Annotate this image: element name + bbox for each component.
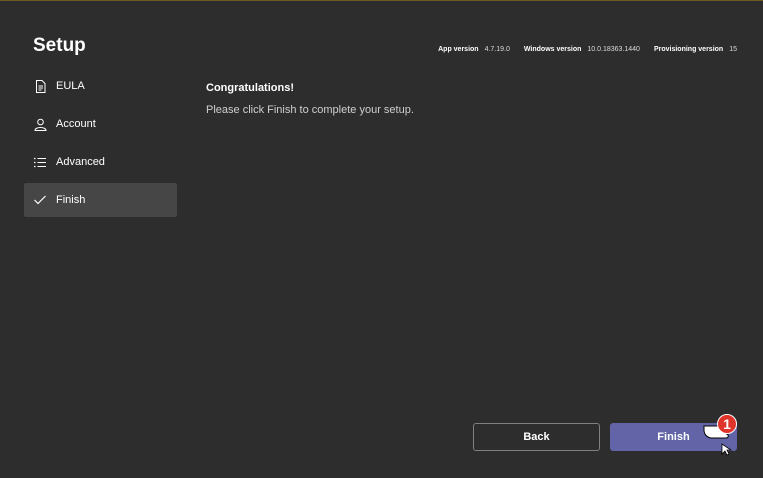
setup-window: Setup App version 4.7.19.0 Windows versi… xyxy=(0,0,763,478)
windows-version-label: Windows version xyxy=(523,46,582,53)
provisioning-version-value: 15 xyxy=(729,46,737,53)
sidebar-item-label: EULA xyxy=(56,80,85,92)
congratulations-heading: Congratulations! xyxy=(206,82,294,94)
windows-version-value: 10.0.18363.1440 xyxy=(587,46,640,53)
sidebar-item-label: Finish xyxy=(56,194,86,206)
back-button[interactable]: Back xyxy=(473,423,600,451)
completion-message: Please click Finish to complete your set… xyxy=(206,104,414,116)
finish-panel: Congratulations! Please click Finish to … xyxy=(206,82,414,116)
sidebar-item-label: Advanced xyxy=(56,156,105,168)
sidebar-item-account[interactable]: Account xyxy=(24,107,177,141)
checkmark-icon xyxy=(33,193,47,207)
step-number-badge: 1 xyxy=(717,414,737,434)
list-icon xyxy=(33,155,47,169)
page-title: Setup xyxy=(33,35,86,56)
person-icon xyxy=(33,117,47,131)
setup-steps-nav: EULA Account Advanced Finish xyxy=(24,69,177,221)
sidebar-item-label: Account xyxy=(56,118,96,130)
provisioning-version: Provisioning version 15 xyxy=(654,46,737,53)
sidebar-item-advanced[interactable]: Advanced xyxy=(24,145,177,179)
sidebar-item-eula[interactable]: EULA xyxy=(24,69,177,103)
app-version-label: App version xyxy=(438,46,479,53)
provisioning-version-label: Provisioning version xyxy=(653,46,724,53)
version-info: App version 4.7.19.0 Windows version 10.… xyxy=(438,46,737,53)
app-version: App version 4.7.19.0 xyxy=(438,46,510,53)
document-icon xyxy=(33,79,47,93)
sidebar-item-finish[interactable]: Finish xyxy=(24,183,177,217)
app-version-value: 4.7.19.0 xyxy=(484,46,510,53)
windows-version: Windows version 10.0.18363.1440 xyxy=(524,46,640,53)
